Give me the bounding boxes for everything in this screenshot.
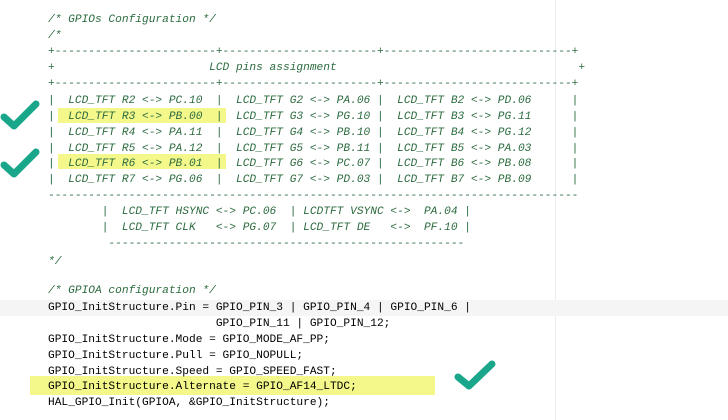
code-line[interactable]: | LCD_TFT HSYNC <-> PC.06 | LCDTFT VSYNC… <box>48 204 471 220</box>
code-line[interactable]: HAL_GPIO_Init(GPIOA, &GPIO_InitStructure… <box>48 395 330 411</box>
code-line[interactable]: +------------------------+--------------… <box>48 76 578 92</box>
code-line[interactable]: | LCD_TFT R4 <-> PA.11 | LCD_TFT G4 <-> … <box>48 125 578 141</box>
code-line[interactable]: | LCD_TFT R7 <-> PG.06 | LCD_TFT G7 <-> … <box>48 172 578 188</box>
code-line[interactable]: /* <box>48 28 61 44</box>
code-line[interactable]: /* GPIOs Configuration */ <box>48 12 216 28</box>
code-line[interactable]: */ <box>48 254 61 270</box>
code-line[interactable]: GPIO_InitStructure.Pull = GPIO_NOPULL; <box>48 348 303 364</box>
checkmark-icon <box>454 360 496 390</box>
code-editor[interactable]: /* GPIOs Configuration */ /* +----------… <box>0 0 728 420</box>
code-line[interactable]: +------------------------+--------------… <box>48 44 578 60</box>
code-line[interactable]: /* GPIOA configuration */ <box>48 283 216 299</box>
code-line[interactable]: ----------------------------------------… <box>48 188 578 204</box>
code-line[interactable]: GPIO_InitStructure.Mode = GPIO_MODE_AF_P… <box>48 332 330 348</box>
checkmark-icon <box>0 100 40 130</box>
code-line[interactable]: GPIO_InitStructure.Pin = GPIO_PIN_3 | GP… <box>48 300 471 316</box>
code-line[interactable]: | LCD_TFT R3 <-> PB.00 | LCD_TFT G3 <-> … <box>48 109 578 125</box>
code-line[interactable]: GPIO_PIN_11 | GPIO_PIN_12; <box>48 316 391 332</box>
code-line[interactable]: | LCD_TFT R2 <-> PC.10 | LCD_TFT G2 <-> … <box>48 93 578 109</box>
code-line[interactable]: | LCD_TFT R6 <-> PB.01 | LCD_TFT G6 <-> … <box>48 156 578 172</box>
code-line[interactable]: | LCD_TFT R5 <-> PA.12 | LCD_TFT G5 <-> … <box>48 141 578 157</box>
checkmark-icon <box>0 148 40 178</box>
code-line[interactable]: + LCD pins assignment + <box>48 60 585 76</box>
code-line[interactable]: | LCD_TFT CLK <-> PG.07 | LCD_TFT DE <->… <box>48 220 471 236</box>
code-line[interactable]: ----------------------------------------… <box>48 236 464 252</box>
code-line[interactable]: GPIO_InitStructure.Speed = GPIO_SPEED_FA… <box>48 364 337 380</box>
code-line[interactable]: GPIO_InitStructure.Alternate = GPIO_AF14… <box>48 379 357 395</box>
